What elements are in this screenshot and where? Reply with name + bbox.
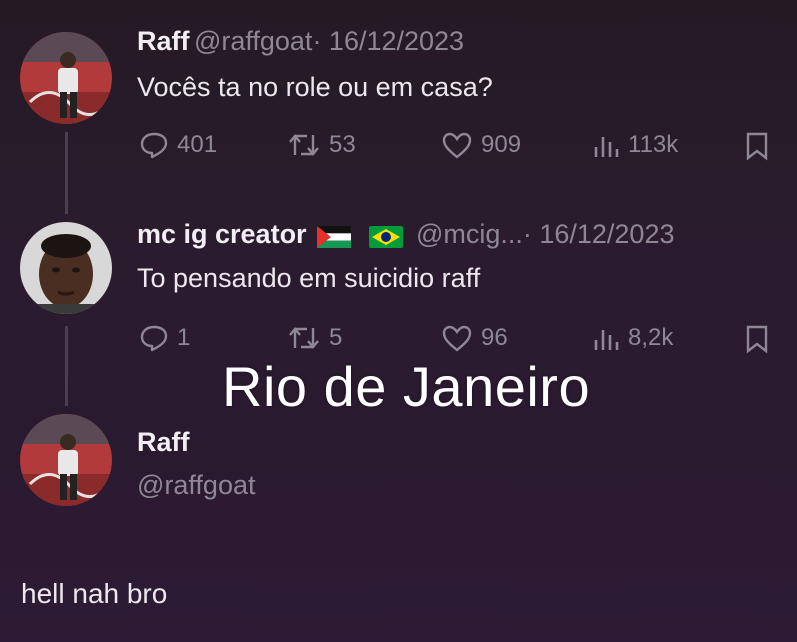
tweet2-like-button[interactable]: 96 — [441, 324, 508, 352]
thread-line-2 — [65, 326, 68, 406]
overlay-caption: Rio de Janeiro — [222, 355, 591, 418]
tweet1-reply-count: 401 — [177, 131, 218, 158]
avatar-mc-ig-creator[interactable] — [20, 222, 112, 314]
tweet1-handle[interactable]: @raffgoat — [194, 26, 312, 56]
tweet1-retweet-button[interactable]: 53 — [287, 131, 356, 159]
tweet2-like-count: 96 — [481, 324, 508, 351]
tweet1-date[interactable]: · 16/12/2023 — [312, 26, 464, 56]
tweet2-handle[interactable]: @mcig... — [416, 219, 523, 249]
tweet2-reply-count: 1 — [177, 324, 191, 351]
retweet-icon — [289, 134, 319, 156]
tweet2-bookmark-button[interactable] — [744, 324, 770, 359]
tweet2-reply-button[interactable]: 1 — [139, 324, 190, 352]
bookmark-icon — [746, 132, 768, 161]
tweet2-text: To pensando em suicidio raff — [137, 263, 481, 293]
tweet1-text: Vocês ta no role ou em casa? — [137, 72, 493, 102]
reply-icon — [140, 132, 168, 159]
views-icon — [594, 137, 619, 157]
reply-text[interactable]: hell nah bro — [21, 578, 167, 610]
tweet2-date[interactable]: · 16/12/2023 — [523, 219, 675, 249]
tweet1-display-name[interactable]: Raff — [137, 26, 190, 56]
tweet1-like-button[interactable]: 909 — [441, 131, 521, 159]
tweet3-display-name[interactable]: Raff — [137, 427, 190, 458]
tweet1-bookmark-button[interactable] — [744, 131, 770, 166]
like-icon — [442, 132, 472, 159]
avatar-raff-reply[interactable] — [20, 414, 112, 506]
tweet1-retweet-count: 53 — [329, 131, 356, 158]
palestine-flag-icon — [317, 225, 352, 248]
reply-icon — [140, 325, 168, 352]
tweet2-views-count: 8,2k — [628, 324, 674, 351]
avatar-raff[interactable] — [20, 32, 112, 124]
bookmark-icon — [746, 325, 768, 354]
tweet1-reply-button[interactable]: 401 — [139, 131, 217, 159]
like-icon — [442, 325, 472, 352]
tweet1-like-count: 909 — [481, 131, 522, 158]
views-icon — [594, 330, 619, 350]
tweet1-views-count: 113k — [628, 131, 679, 158]
tweet3-handle[interactable]: @raffgoat — [137, 470, 255, 501]
brazil-flag-icon — [369, 225, 404, 248]
tweet2-retweet-count: 5 — [329, 324, 343, 351]
retweet-icon — [289, 327, 319, 349]
thread-line-1 — [65, 132, 68, 214]
tweet1-views-button[interactable]: 113k — [592, 131, 678, 159]
tweet2-views-button[interactable]: 8,2k — [592, 324, 673, 352]
tweet2-display-name[interactable]: mc ig creator — [137, 219, 307, 249]
tweet2-retweet-button[interactable]: 5 — [287, 324, 342, 352]
